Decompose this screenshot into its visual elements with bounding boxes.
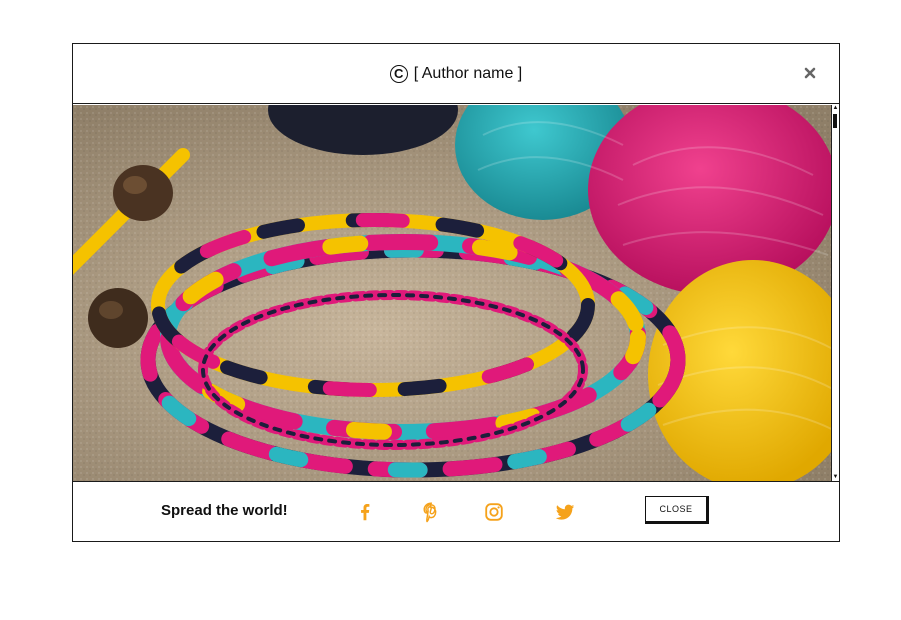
photo: [73, 105, 833, 481]
instagram-icon[interactable]: [483, 501, 505, 523]
close-button[interactable]: CLOSE: [645, 496, 709, 524]
author-credit: C [ Author name ]: [389, 64, 523, 83]
facebook-icon[interactable]: [354, 501, 376, 523]
author-name: [ Author name ]: [413, 64, 523, 82]
scroll-up-arrow-icon[interactable]: ▲: [832, 105, 839, 112]
spread-label: Spread the world!: [161, 502, 288, 519]
photo-illustration: [73, 105, 833, 481]
image-modal: C [ Author name ] ▲ ▼ Spread the world! …: [72, 43, 840, 542]
close-icon[interactable]: [803, 66, 817, 80]
scrollbar[interactable]: ▲ ▼: [831, 105, 839, 481]
scroll-thumb[interactable]: [833, 114, 837, 128]
modal-footer: Spread the world! CLOSE: [73, 481, 839, 541]
pinterest-icon[interactable]: [420, 501, 442, 523]
copyright-icon: C: [389, 64, 408, 83]
scroll-down-arrow-icon[interactable]: ▼: [832, 474, 839, 481]
modal-header: C [ Author name ]: [73, 44, 839, 104]
twitter-icon[interactable]: [554, 501, 576, 523]
